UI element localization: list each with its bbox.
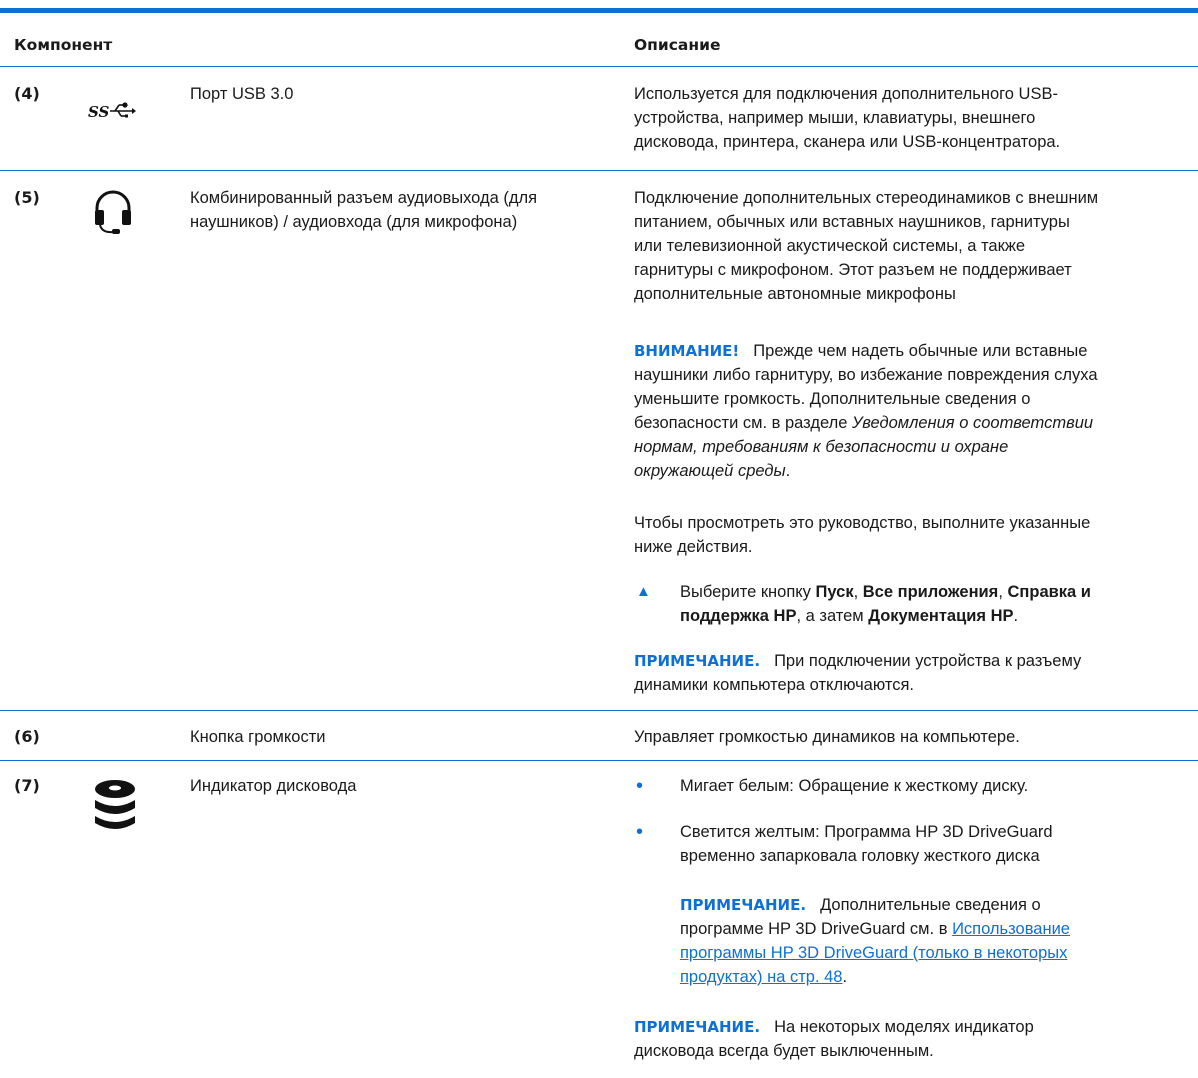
warning-label: ВНИМАНИЕ! bbox=[634, 342, 740, 360]
usb-superspeed-icon: SS bbox=[88, 100, 136, 129]
svg-text:SS: SS bbox=[88, 103, 110, 121]
bullet-list-item: • Мигает белым: Обращение к жесткому дис… bbox=[636, 775, 1029, 797]
row-separator bbox=[0, 760, 1198, 761]
note-label: ПРИМЕЧАНИЕ. bbox=[680, 896, 807, 914]
row-number: (7) bbox=[14, 776, 40, 795]
bullet-icon: • bbox=[636, 775, 644, 797]
component-description: Используется для подключения дополнитель… bbox=[634, 85, 1061, 151]
triangle-bullet-icon: ▲ bbox=[636, 583, 651, 600]
component-description: Подключение дополнительных стереодинамик… bbox=[634, 189, 1099, 303]
headphone-icon bbox=[93, 188, 133, 243]
drive-indicator-icon bbox=[94, 778, 136, 839]
note-block: ПРИМЕЧАНИЕ. На некоторых моделях индикато… bbox=[634, 1018, 1034, 1060]
header-component: Компонент bbox=[14, 36, 113, 54]
row-number: (5) bbox=[14, 188, 40, 207]
document-page: Компонент Описание (4) SS Порт USB 3.0 И… bbox=[0, 0, 1198, 1078]
note-label: ПРИМЕЧАНИЕ. bbox=[634, 652, 761, 670]
header-description: Описание bbox=[634, 36, 721, 54]
component-name: Порт USB 3.0 bbox=[190, 85, 294, 103]
bullet-icon: • bbox=[636, 821, 644, 843]
row-number: (4) bbox=[14, 84, 40, 103]
guide-text: Чтобы просмотреть это руководство, выпол… bbox=[634, 514, 1091, 556]
component-name: Кнопка громкости bbox=[190, 728, 326, 746]
component-name: Комбинированный разъем аудиовыхода (для … bbox=[190, 189, 538, 231]
bullet-list-item: • Светится желтым: Программа HP 3D Drive… bbox=[636, 821, 1053, 865]
driveguard-link[interactable]: продуктах) на стр. 48 bbox=[680, 968, 842, 986]
driveguard-link[interactable]: Использование bbox=[952, 920, 1070, 938]
top-rule bbox=[0, 8, 1198, 13]
note-block: ПРИМЕЧАНИЕ. При подключении устройства к … bbox=[634, 652, 1082, 694]
component-description: Управляет громкостью динамиков на компью… bbox=[634, 728, 1020, 746]
header-separator bbox=[0, 66, 1198, 67]
warning-block: ВНИМАНИЕ! Прежде чем надеть обычные или в… bbox=[634, 342, 1098, 480]
driveguard-link[interactable]: программы HP 3D DriveGuard (только в нек… bbox=[680, 944, 1067, 962]
inner-note-block: ПРИМЕЧАНИЕ. Дополнительные сведения о про… bbox=[680, 896, 1070, 986]
step-item: ▲ Выберите кнопку Пуск, Все приложения, … bbox=[634, 580, 1184, 628]
component-name: Индикатор дисковода bbox=[190, 777, 357, 795]
note-label: ПРИМЕЧАНИЕ. bbox=[634, 1018, 761, 1036]
row-separator bbox=[0, 170, 1198, 171]
row-separator bbox=[0, 710, 1198, 711]
row-number: (6) bbox=[14, 727, 40, 746]
